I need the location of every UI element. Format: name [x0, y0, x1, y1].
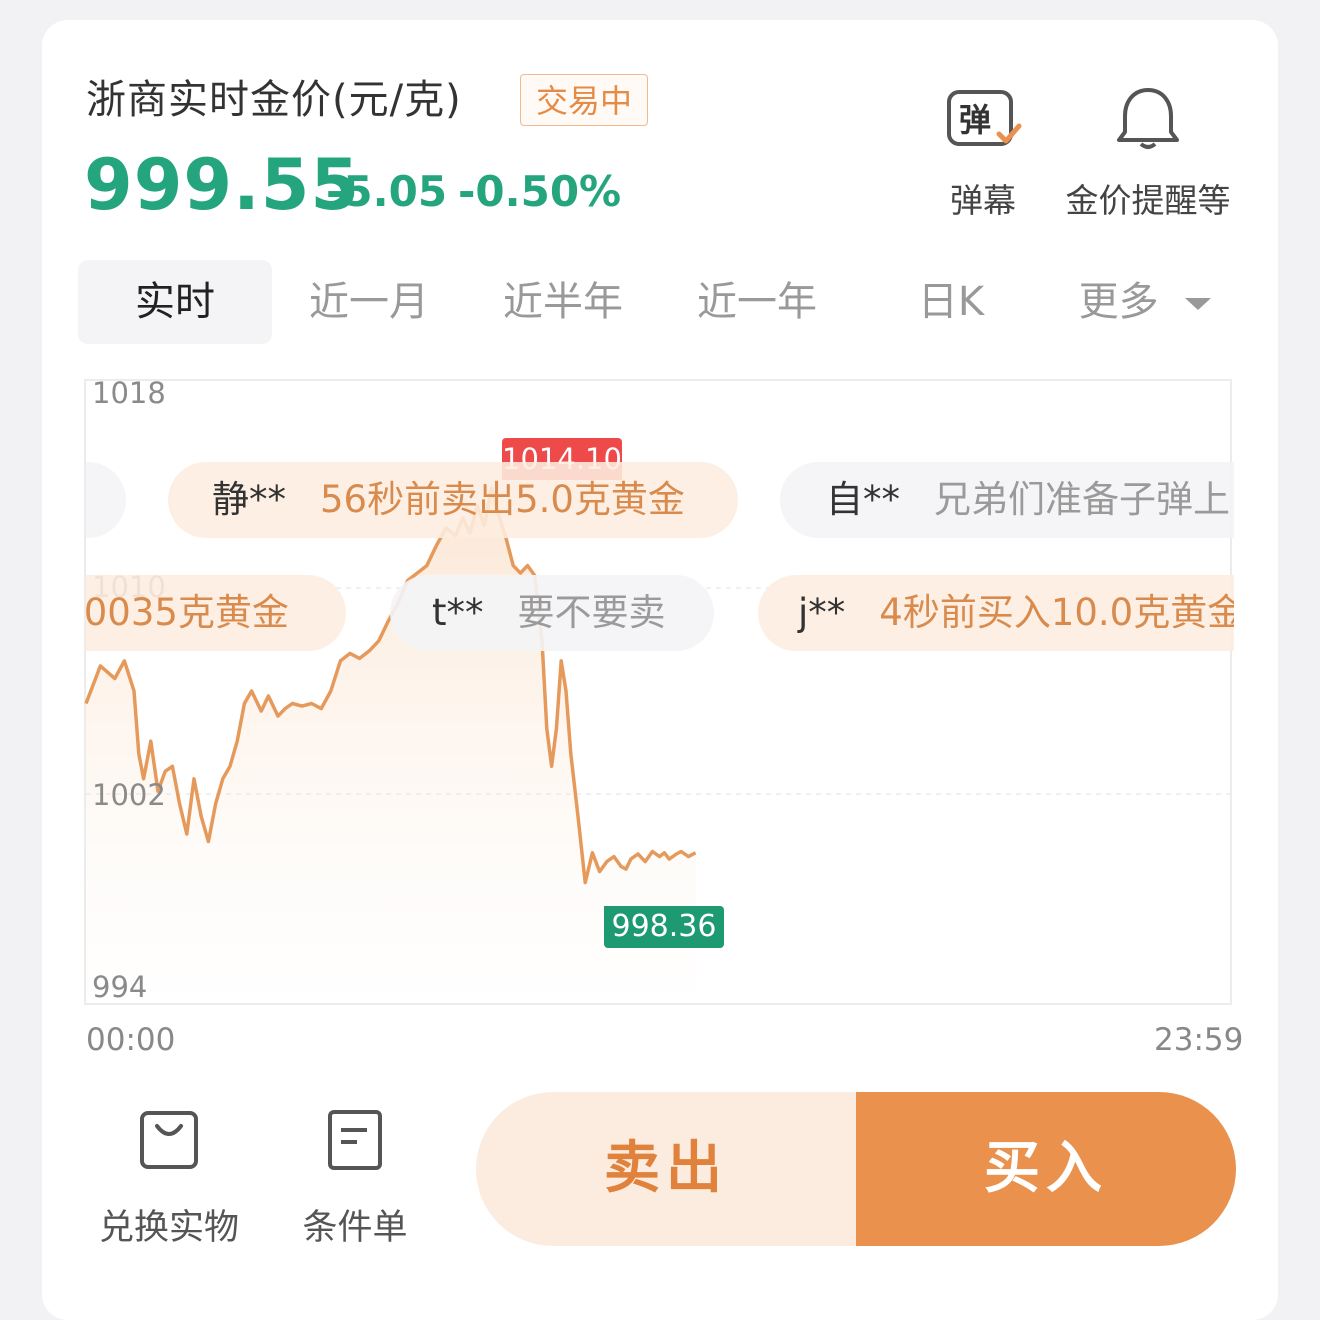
- tab-realtime[interactable]: 实时: [78, 260, 272, 344]
- tab-daily-k[interactable]: 日K: [854, 260, 1048, 344]
- danmu-icon-text: 弹: [959, 101, 991, 139]
- danmu-message: 56秒前卖出5.0克黄金: [320, 478, 685, 521]
- danmu-bubble: .0035克黄金: [86, 575, 346, 651]
- price-alert-button[interactable]: 金价提醒等: [1058, 86, 1238, 222]
- danmu-user: 自**: [826, 478, 900, 521]
- danmu-user: t**: [432, 591, 484, 634]
- exchange-physical-label: 兑换实物: [98, 1208, 239, 1248]
- x-axis-end-label: 23:59: [1154, 1022, 1244, 1058]
- price-change-pct: -0.50%: [458, 167, 622, 216]
- tab-more[interactable]: 更多: [1048, 260, 1242, 344]
- bell-icon: [1058, 86, 1238, 160]
- y-axis-label: 1002: [92, 778, 166, 812]
- conditional-order-button[interactable]: 条件单: [300, 1108, 410, 1250]
- y-axis-label: 994: [92, 970, 148, 1004]
- danmu-label: 弹幕: [950, 181, 1016, 220]
- danmu-button[interactable]: 弹 弹幕: [936, 86, 1030, 222]
- x-axis-start-label: 00:00: [86, 1022, 176, 1058]
- price-change-abs: -5.05: [326, 167, 448, 216]
- y-axis-label: 1018: [92, 376, 166, 410]
- current-price: 999.55: [84, 144, 361, 226]
- danmu-message: 兄弟们准备子弹上: [934, 478, 1230, 521]
- tab-half-year[interactable]: 近半年: [466, 260, 660, 344]
- last-price-label: 998.36: [604, 906, 724, 948]
- chevron-down-icon: [1185, 298, 1212, 310]
- danmu-bubble: 静** 56秒前卖出5.0克黄金: [168, 462, 738, 538]
- danmu-message: .0035克黄金: [86, 591, 289, 634]
- danmu-user: j**: [798, 591, 846, 634]
- status-badge: 交易中: [520, 74, 648, 126]
- danmu-message: 要不要卖: [517, 591, 666, 634]
- danmu-message: 4秒前买入10.0克黄金: [879, 591, 1234, 634]
- page-title: 浙商实时金价(元/克): [86, 77, 462, 123]
- danmu-bubble: j** 4秒前买入10.0克黄金: [758, 575, 1234, 651]
- danmu-user: 静**: [212, 478, 286, 521]
- exchange-physical-button[interactable]: 兑换实物: [98, 1108, 240, 1250]
- shopping-bag-icon: [98, 1108, 240, 1181]
- tab-one-month[interactable]: 近一月: [272, 260, 466, 344]
- tab-more-label: 更多: [1078, 279, 1159, 325]
- tab-one-year[interactable]: 近一年: [660, 260, 854, 344]
- price-alert-label: 金价提醒等: [1065, 181, 1231, 220]
- document-icon: [300, 1108, 410, 1181]
- danmu-bubble: 自** 兄弟们准备子弹上: [780, 462, 1234, 538]
- time-range-tabs: 实时 近一月 近半年 近一年 日K 更多: [78, 260, 1238, 344]
- buy-button[interactable]: 买入: [856, 1092, 1236, 1246]
- sell-button[interactable]: 卖出: [476, 1092, 856, 1246]
- danmu-icon: 弹: [936, 86, 1030, 160]
- conditional-order-label: 条件单: [302, 1208, 408, 1248]
- danmu-bubble: t** 要不要卖: [390, 575, 714, 651]
